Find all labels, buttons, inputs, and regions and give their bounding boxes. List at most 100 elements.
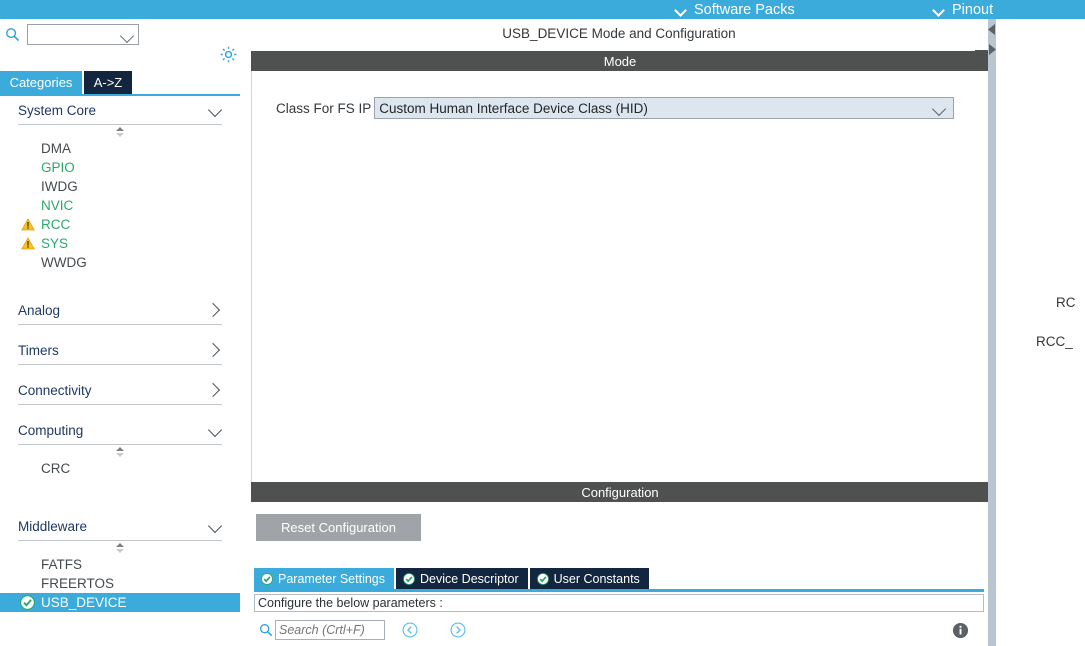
chevron-down-icon [207, 422, 223, 438]
panel-splitter[interactable] [988, 19, 996, 646]
chevron-down-icon [933, 4, 945, 16]
category-middleware-label: Middleware [18, 518, 88, 534]
top-header-bar: Software Packs Pinout [0, 0, 1085, 19]
page-title: USB_DEVICE Mode and Configuration [502, 26, 736, 41]
ip-item-fatfs[interactable]: FATFS [0, 555, 240, 574]
ip-item-label: RCC [41, 217, 71, 232]
configuration-tabs: Parameter Settings Device Descriptor Use… [254, 568, 649, 589]
menu-pinout[interactable]: Pinout [933, 0, 993, 19]
parameter-search-input[interactable] [275, 620, 385, 640]
section-header-configuration: Configuration [251, 482, 989, 502]
category-computing[interactable]: Computing [18, 416, 223, 445]
settings-gear-button[interactable] [219, 45, 238, 64]
parameter-search-row [254, 619, 984, 643]
category-analog[interactable]: Analog [18, 296, 222, 325]
scroll-handle[interactable] [0, 125, 240, 139]
category-system-core-label: System Core [18, 102, 97, 118]
menu-pinout-label: Pinout [952, 1, 994, 18]
class-for-fs-ip-value: Custom Human Interface Device Class (HID… [379, 100, 648, 116]
section-bar-edge [975, 50, 989, 68]
category-timers-label: Timers [18, 342, 59, 358]
pinout-view-edge: RC RCC_ [996, 19, 1085, 646]
class-for-fs-ip-label: Class For FS IP [276, 100, 372, 116]
section-header-mode-label: Mode [603, 53, 637, 69]
class-for-fs-ip-select[interactable]: Custom Human Interface Device Class (HID… [374, 97, 955, 119]
stm32cubemx-window: Software Packs Pinout Categories A->Z Sy… [0, 0, 1085, 646]
ip-item-crc[interactable]: CRC [0, 459, 240, 478]
ip-item-wwdg[interactable]: WWDG [0, 253, 240, 272]
ip-tree-panel: Categories A->Z System Core DMA GPIO IWD… [0, 19, 241, 646]
section-header-configuration-label: Configuration [581, 484, 659, 500]
configure-parameters-note: Configure the below parameters : [254, 594, 984, 612]
category-middleware[interactable]: Middleware [18, 512, 223, 541]
check-circle-icon [403, 572, 415, 585]
reset-configuration-label: Reset Configuration [281, 520, 396, 535]
chevron-down-icon [119, 28, 135, 44]
category-timers[interactable]: Timers [18, 336, 222, 365]
chevron-right-circle-icon[interactable] [450, 622, 466, 638]
category-analog-label: Analog [18, 302, 61, 318]
tab-device-descriptor-label: Device Descriptor [420, 571, 519, 586]
tab-user-constants[interactable]: User Constants [529, 568, 649, 589]
scroll-handle[interactable] [0, 445, 240, 459]
tab-a-to-z-label: A->Z [93, 75, 123, 90]
category-computing-label: Computing [18, 422, 84, 438]
scroll-handle[interactable] [0, 541, 240, 555]
triangle-right-icon[interactable] [988, 44, 996, 56]
chevron-down-icon [207, 518, 223, 534]
triangle-left-icon[interactable] [988, 24, 996, 36]
ip-item-nvic[interactable]: NVIC [0, 196, 240, 215]
ip-item-freertos[interactable]: FREERTOS [0, 574, 240, 593]
tab-categories[interactable]: Categories [0, 71, 82, 94]
ip-item-label: CRC [41, 461, 71, 476]
pin-label: RCC_ [1036, 334, 1073, 349]
configuration-body: Reset Configuration Parameter Settings D… [251, 502, 989, 646]
chevron-left-circle-icon[interactable] [402, 622, 418, 638]
ip-item-iwdg[interactable]: IWDG [0, 177, 240, 196]
warning-icon [21, 218, 35, 231]
ip-item-label: WWDG [41, 255, 87, 270]
mode-body: Class For FS IP Custom Human Interface D… [251, 71, 989, 491]
ip-item-label: USB_DEVICE [41, 595, 127, 610]
ip-item-label: GPIO [41, 160, 75, 175]
warning-icon [21, 237, 35, 250]
tab-parameter-settings[interactable]: Parameter Settings [254, 568, 394, 589]
ip-category-list[interactable]: System Core DMA GPIO IWDG NVIC RCC SYS W… [0, 96, 240, 646]
tab-parameter-settings-label: Parameter Settings [278, 571, 385, 586]
class-for-fs-ip-row: Class For FS IP Custom Human Interface D… [276, 97, 955, 119]
chevron-down-icon [932, 101, 947, 117]
ip-tree-tabs: Categories A->Z [0, 71, 240, 96]
ip-item-usb-device[interactable]: USB_DEVICE [0, 593, 240, 612]
ip-item-dma[interactable]: DMA [0, 139, 240, 158]
chevron-down-icon [207, 102, 223, 118]
tab-user-constants-label: User Constants [553, 571, 640, 586]
category-connectivity[interactable]: Connectivity [18, 376, 222, 405]
ip-item-label: SYS [41, 236, 69, 251]
ip-item-gpio[interactable]: GPIO [0, 158, 240, 177]
ip-item-label: IWDG [41, 179, 78, 194]
search-icon [260, 624, 273, 637]
ip-search-combo[interactable] [27, 24, 139, 45]
category-system-core[interactable]: System Core [18, 96, 223, 125]
ip-item-rcc[interactable]: RCC [0, 215, 240, 234]
configuration-tabs-underline [254, 589, 984, 592]
menu-software-packs[interactable]: Software Packs [675, 0, 795, 19]
check-circle-icon [536, 572, 549, 585]
chevron-right-icon [205, 302, 221, 318]
tab-device-descriptor[interactable]: Device Descriptor [396, 568, 528, 589]
info-icon[interactable] [952, 622, 969, 639]
mode-and-configuration-panel: USB_DEVICE Mode and Configuration Mode C… [250, 19, 989, 646]
gear-icon [220, 46, 237, 63]
ip-item-label: NVIC [41, 198, 74, 213]
check-circle-icon [20, 595, 35, 610]
tab-a-to-z[interactable]: A->Z [84, 71, 132, 94]
reset-configuration-button[interactable]: Reset Configuration [256, 514, 421, 541]
ip-item-sys[interactable]: SYS [0, 234, 240, 253]
